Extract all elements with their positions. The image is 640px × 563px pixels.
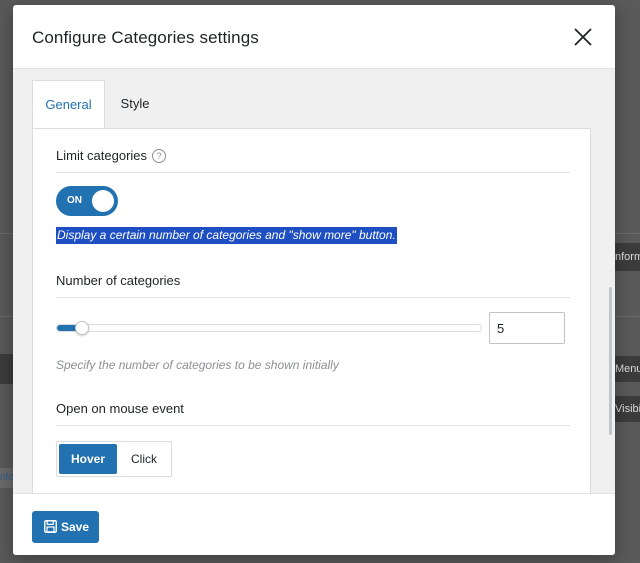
- click-button[interactable]: Click: [117, 444, 171, 474]
- floppy-disk-icon: [44, 520, 57, 533]
- general-panel: Limit categories? ON Display a certain n…: [32, 128, 591, 493]
- mouse-event-label: Open on mouse event: [56, 401, 184, 416]
- modal-scrollbar[interactable]: [609, 287, 612, 435]
- save-label: Save: [61, 520, 90, 534]
- modal-title: Configure Categories settings: [32, 28, 259, 47]
- background-fragment: Menu: [615, 356, 640, 382]
- close-icon: [574, 28, 592, 46]
- background-fragment: [0, 354, 13, 384]
- modal-header: Configure Categories settings: [13, 5, 615, 69]
- modal-body: General Style Limit categories? ON Displ…: [13, 69, 615, 493]
- configure-modal: Configure Categories settings General St…: [13, 5, 615, 555]
- limit-categories-description: Display a certain number of categories a…: [56, 227, 397, 244]
- limit-categories-label: Limit categories: [56, 148, 148, 163]
- categories-slider-thumb[interactable]: [75, 321, 89, 335]
- categories-slider-track[interactable]: [56, 324, 482, 332]
- background-fragment: Visibi: [615, 396, 640, 422]
- close-button[interactable]: [571, 25, 595, 49]
- toggle-label: ON: [67, 195, 82, 206]
- mouse-event-button-group: Hover Click: [56, 441, 172, 477]
- tab-style[interactable]: Style: [105, 80, 165, 129]
- modal-footer: Save: [13, 493, 615, 555]
- number-of-categories-input[interactable]: [489, 312, 565, 344]
- save-button[interactable]: Save: [32, 511, 99, 543]
- toggle-knob: [92, 190, 114, 212]
- section-divider: [56, 172, 570, 173]
- background-fragment: nfo: [0, 468, 13, 488]
- limit-categories-toggle[interactable]: ON: [56, 186, 118, 216]
- section-divider: [56, 297, 570, 298]
- help-icon[interactable]: ?: [152, 149, 167, 163]
- number-of-categories-label: Number of categories: [56, 273, 181, 288]
- tab-general[interactable]: General: [32, 80, 105, 129]
- section-divider: [56, 425, 570, 426]
- number-of-categories-hint: Specify the number of categories to be s…: [56, 358, 339, 372]
- hover-button[interactable]: Hover: [59, 444, 117, 474]
- limit-categories-heading: Limit categories?: [56, 148, 167, 163]
- background-fragment: nform: [615, 243, 640, 271]
